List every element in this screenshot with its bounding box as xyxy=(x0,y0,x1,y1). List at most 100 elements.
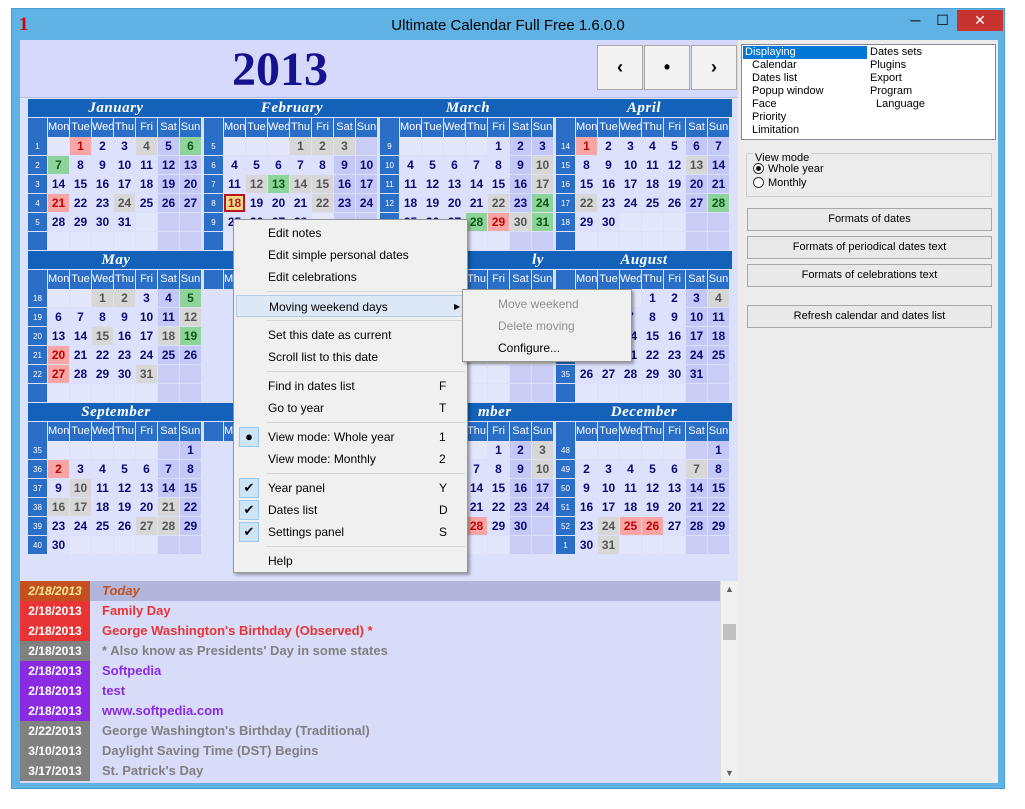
calendar-day[interactable]: 24 xyxy=(136,346,157,364)
calendar-day[interactable]: 28 xyxy=(466,213,487,231)
calendar-day[interactable]: 7 xyxy=(70,308,91,326)
calendar-day[interactable]: 16 xyxy=(510,175,531,193)
calendar-day[interactable]: 12 xyxy=(114,479,135,497)
calendar-day[interactable]: 29 xyxy=(576,213,597,231)
calendar-day[interactable]: 10 xyxy=(356,156,377,174)
calendar-day[interactable]: 8 xyxy=(312,156,333,174)
calendar-day[interactable]: 20 xyxy=(180,175,201,193)
calendar-day[interactable]: 19 xyxy=(180,327,201,345)
menu-item-settings-panel[interactable]: ✔ Settings panel S xyxy=(236,521,465,543)
calendar-day[interactable]: 3 xyxy=(70,460,91,478)
calendar-day[interactable]: 28 xyxy=(620,365,641,383)
calendar-day[interactable]: 20 xyxy=(268,194,289,212)
dates-list-row[interactable]: 2/18/2013 www.softpedia.com xyxy=(20,701,720,721)
menu-item-view-mode-whole-year[interactable]: ● View mode: Whole year 1 xyxy=(236,426,465,448)
calendar-day[interactable]: 8 xyxy=(488,460,509,478)
calendar-day[interactable]: 9 xyxy=(598,156,619,174)
calendar-day[interactable]: 20 xyxy=(136,498,157,516)
calendar-day[interactable]: 4 xyxy=(92,460,113,478)
calendar-day[interactable]: 21 xyxy=(708,175,729,193)
calendar-day[interactable]: 15 xyxy=(70,175,91,193)
menu-item-set-this-date-as-current[interactable]: Set this date as current xyxy=(236,324,465,346)
calendar-day[interactable]: 18 xyxy=(400,194,421,212)
calendar-day[interactable]: 15 xyxy=(312,175,333,193)
calendar-day[interactable]: 18 xyxy=(620,498,641,516)
calendar-day[interactable]: 11 xyxy=(642,156,663,174)
calendar-day[interactable]: 22 xyxy=(708,498,729,516)
calendar-day[interactable]: 11 xyxy=(158,308,179,326)
menu-item-go-to-year[interactable]: Go to year T xyxy=(236,397,465,419)
calendar-day[interactable]: 14 xyxy=(290,175,311,193)
calendar-day[interactable]: 21 xyxy=(466,194,487,212)
calendar-day[interactable]: 30 xyxy=(598,213,619,231)
calendar-day[interactable]: 4 xyxy=(642,137,663,155)
calendar-day[interactable]: 7 xyxy=(158,460,179,478)
monthly-radio[interactable]: Monthly xyxy=(753,177,807,190)
calendar-day[interactable]: 2 xyxy=(92,137,113,155)
calendar-day[interactable]: 13 xyxy=(180,156,201,174)
menu-item-view-mode-monthly[interactable]: View mode: Monthly 2 xyxy=(236,448,465,470)
calendar-day[interactable]: 1 xyxy=(576,137,597,155)
minimize-button[interactable]: ─ xyxy=(902,10,929,31)
calendar-day[interactable]: 24 xyxy=(356,194,377,212)
calendar-day[interactable]: 3 xyxy=(620,137,641,155)
calendar-day[interactable]: 14 xyxy=(48,175,69,193)
calendar-day[interactable]: 7 xyxy=(708,137,729,155)
calendar-day[interactable]: 25 xyxy=(708,346,729,364)
calendar-day[interactable]: 30 xyxy=(114,365,135,383)
calendar-day[interactable]: 14 xyxy=(158,479,179,497)
calendar-day[interactable]: 11 xyxy=(708,308,729,326)
calendar-day[interactable]: 18 xyxy=(136,175,157,193)
calendar-day[interactable]: 12 xyxy=(664,156,685,174)
calendar-day[interactable]: 26 xyxy=(642,517,663,535)
calendar-day[interactable]: 5 xyxy=(642,460,663,478)
calendar-day[interactable]: 11 xyxy=(400,175,421,193)
menu-item-year-panel[interactable]: ✔ Year panel Y xyxy=(236,477,465,499)
calendar-day[interactable]: 10 xyxy=(532,156,553,174)
calendar-day[interactable]: 8 xyxy=(708,460,729,478)
calendar-day[interactable]: 13 xyxy=(444,175,465,193)
calendar-day[interactable]: 23 xyxy=(664,346,685,364)
calendar-day[interactable]: 17 xyxy=(70,498,91,516)
calendar-day[interactable]: 4 xyxy=(224,156,245,174)
calendar-day[interactable]: 30 xyxy=(510,213,531,231)
calendar-day[interactable]: 27 xyxy=(598,365,619,383)
calendar-day[interactable]: 4 xyxy=(620,460,641,478)
calendar-day[interactable]: 2 xyxy=(598,137,619,155)
category-item[interactable]: Limitation xyxy=(752,124,799,137)
calendar-day[interactable]: 23 xyxy=(510,194,531,212)
calendar-day[interactable]: 6 xyxy=(664,460,685,478)
calendar-day[interactable]: 22 xyxy=(312,194,333,212)
calendar-day[interactable]: 9 xyxy=(664,308,685,326)
calendar-day[interactable]: 12 xyxy=(158,156,179,174)
calendar-day[interactable]: 31 xyxy=(532,213,553,231)
calendar-day[interactable]: 24 xyxy=(686,346,707,364)
menu-item-find-in-dates-list[interactable]: Find in dates list F xyxy=(236,375,465,397)
calendar-day[interactable]: 10 xyxy=(598,479,619,497)
calendar-day[interactable]: 9 xyxy=(92,156,113,174)
menu-item-scroll-list-to-this-date[interactable]: Scroll list to this date xyxy=(236,346,465,368)
calendar-day[interactable]: 21 xyxy=(686,498,707,516)
calendar-day[interactable]: 1 xyxy=(290,137,311,155)
calendar-day[interactable]: 1 xyxy=(708,441,729,459)
calendar-day[interactable]: 19 xyxy=(158,175,179,193)
scroll-down-icon[interactable]: ▼ xyxy=(721,768,738,778)
calendar-day[interactable]: 13 xyxy=(268,175,289,193)
calendar-day[interactable]: 8 xyxy=(642,308,663,326)
calendar-day[interactable]: 17 xyxy=(686,327,707,345)
calendar-day[interactable]: 9 xyxy=(510,156,531,174)
calendar-day[interactable]: 22 xyxy=(642,346,663,364)
next-year-button[interactable]: › xyxy=(691,45,737,90)
category-item[interactable]: Priority xyxy=(752,111,786,124)
calendar-day[interactable]: 1 xyxy=(70,137,91,155)
calendar-day[interactable]: 9 xyxy=(114,308,135,326)
calendar-day[interactable]: 24 xyxy=(532,194,553,212)
dates-list-row[interactable]: 2/18/2013 * Also know as Presidents' Day … xyxy=(20,641,720,661)
calendar-day[interactable]: 11 xyxy=(136,156,157,174)
category-item[interactable]: Export xyxy=(870,72,902,85)
dates-list[interactable]: 2/18/2013 Today 2/18/2013 Family Day 2/18/20… xyxy=(20,581,738,783)
move-weekend-item[interactable]: Move weekend xyxy=(498,293,579,315)
calendar-day[interactable]: 29 xyxy=(642,365,663,383)
calendar-day[interactable]: 9 xyxy=(48,479,69,497)
calendar-day[interactable]: 10 xyxy=(532,460,553,478)
